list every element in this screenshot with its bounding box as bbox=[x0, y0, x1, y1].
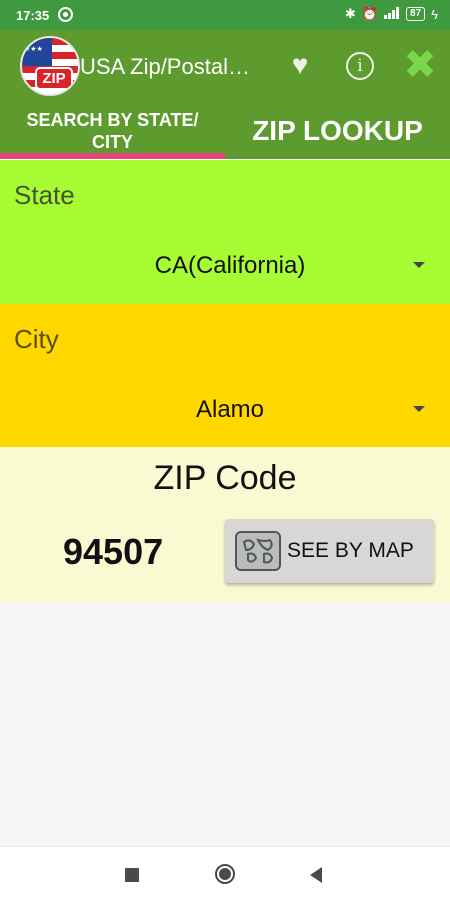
status-time: 17:35 bbox=[16, 8, 50, 23]
favorite-button[interactable]: ♥ bbox=[285, 50, 315, 80]
heart-icon: ♥ bbox=[291, 49, 309, 80]
flag-canton bbox=[22, 38, 52, 66]
alarm-icon: ⏰ bbox=[361, 6, 378, 21]
zip-section: ZIP Code 94507 SEE BY MAP bbox=[0, 447, 450, 602]
tab-bar: SEARCH BY STATE/ CITY ZIP LOOKUP bbox=[0, 102, 450, 159]
tab-zip-lookup[interactable]: ZIP LOOKUP bbox=[225, 102, 450, 159]
state-section: State CA(California) bbox=[0, 160, 450, 304]
city-dropdown[interactable]: Alamo bbox=[0, 384, 450, 434]
home-icon[interactable] bbox=[215, 864, 235, 884]
logo-zip-badge: ZIP bbox=[35, 67, 73, 90]
system-nav-bar bbox=[0, 846, 450, 900]
see-by-map-label: SEE BY MAP bbox=[287, 539, 414, 562]
tab-selected-indicator bbox=[0, 153, 225, 159]
app-notification-icon bbox=[58, 7, 73, 22]
app-title: USA Zip/Postal Code bbox=[80, 54, 255, 79]
see-by-map-button[interactable]: SEE BY MAP bbox=[225, 519, 434, 583]
dropdown-arrow-icon bbox=[413, 406, 425, 412]
content-empty-area bbox=[0, 602, 450, 846]
city-label: City bbox=[14, 324, 59, 354]
back-icon[interactable] bbox=[310, 867, 322, 883]
bluetooth-icon: ✱ bbox=[344, 6, 356, 21]
city-selected-value: Alamo bbox=[195, 396, 265, 423]
city-section: City Alamo bbox=[0, 304, 450, 447]
info-button[interactable]: i bbox=[346, 52, 374, 80]
zip-code-heading: ZIP Code bbox=[153, 459, 297, 497]
map-icon bbox=[235, 531, 281, 571]
zip-code-value: 94507 bbox=[63, 531, 164, 572]
charging-icon: ϟ bbox=[431, 6, 438, 22]
tab-search-by-state-city[interactable]: SEARCH BY STATE/ CITY bbox=[0, 102, 225, 159]
signal-icon bbox=[383, 6, 400, 22]
app-logo: ZIP bbox=[20, 36, 80, 96]
recent-apps-icon[interactable] bbox=[125, 868, 139, 882]
close-button[interactable]: ✖ bbox=[402, 45, 438, 85]
dropdown-arrow-icon bbox=[413, 262, 425, 268]
app-bar: ZIP USA Zip/Postal Code ♥ i ✖ bbox=[0, 30, 450, 102]
battery-icon: 87 bbox=[405, 7, 426, 21]
state-selected-value: CA(California) bbox=[154, 252, 306, 279]
state-label: State bbox=[14, 180, 75, 210]
status-icons: ✱ ⏰ 87 ϟ bbox=[345, 6, 438, 22]
state-dropdown[interactable]: CA(California) bbox=[0, 240, 450, 290]
status-bar: 17:35 ✱ ⏰ 87 ϟ bbox=[0, 0, 450, 30]
info-icon: i bbox=[357, 56, 363, 76]
close-icon: ✖ bbox=[403, 43, 437, 87]
